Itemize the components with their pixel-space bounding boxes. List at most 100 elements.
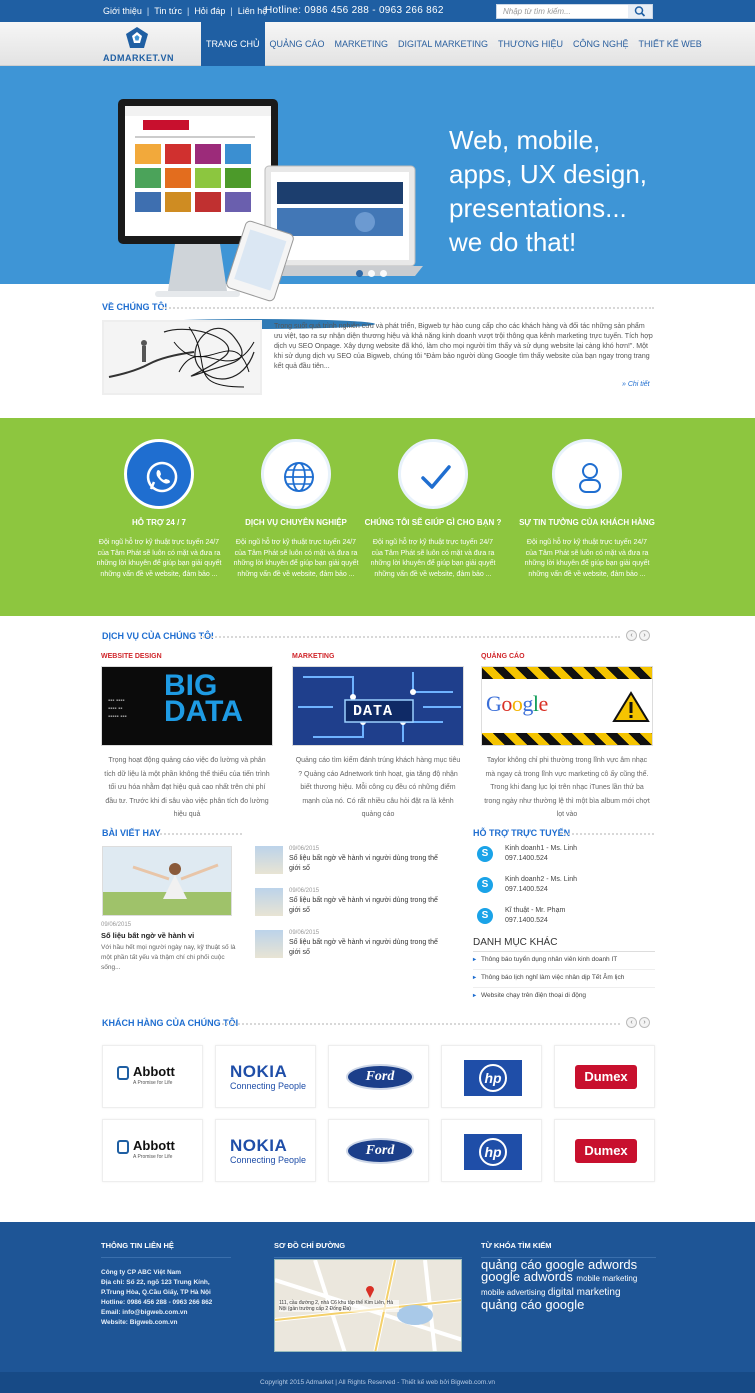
post-title[interactable]: Số liệu bất ngờ về hành vi người dùng tr… bbox=[289, 854, 449, 874]
site-logo[interactable]: ADMARKET.VN bbox=[103, 24, 195, 64]
logo-text: ADMARKET.VN bbox=[103, 53, 175, 63]
skype-icon[interactable]: S bbox=[477, 877, 493, 893]
about-more-link[interactable]: » Chi tiết bbox=[622, 381, 650, 388]
menu-item-branding[interactable]: THƯƠNG HIỆU bbox=[493, 22, 568, 66]
feature-text: Đội ngũ hỗ trợ kỹ thuật trực tuyến 24/7 … bbox=[370, 539, 496, 578]
service-image-text: DATA bbox=[353, 703, 394, 720]
post-list-item[interactable]: 09/06/2015 Số liệu bất ngờ về hành vi ng… bbox=[255, 888, 455, 920]
skype-icon[interactable]: S bbox=[477, 846, 493, 862]
company-website[interactable]: Website: Bigweb.com.vn bbox=[101, 1318, 226, 1328]
post-date: 09/06/2015 bbox=[289, 888, 320, 894]
category-link[interactable]: ▸ Thông báo tuyển dụng nhân viên kinh doa… bbox=[473, 956, 655, 970]
feature-circle[interactable] bbox=[398, 439, 468, 509]
service-category[interactable]: MARKETING bbox=[292, 653, 464, 660]
category-link[interactable]: ▸ Thông báo lịch nghỉ làm việc nhân dịp T… bbox=[473, 974, 655, 988]
feature-title: CHÚNG TÔI SẼ GIÚP GÌ CHO BẠN ? bbox=[364, 518, 502, 527]
service-card-web-design[interactable]: WEBSITE DESIGN BIG DATA ▪▪▪ ▪▪▪▪ ▪▪▪▪ ▪▪ ▪… bbox=[101, 653, 273, 822]
map-embed[interactable]: 111, cầu đường 2, nhà C6 khu tập thể Kim… bbox=[274, 1259, 462, 1352]
client-logo[interactable]: hp bbox=[441, 1119, 542, 1182]
post-date: 09/06/2015 bbox=[289, 846, 320, 852]
client-logo[interactable]: Dumex bbox=[554, 1119, 655, 1182]
chevron-left-icon[interactable]: ‹ bbox=[626, 630, 637, 641]
client-logo[interactable]: Abbott A Promise for Life bbox=[102, 1045, 203, 1108]
slider-dot[interactable] bbox=[380, 270, 387, 277]
hero-devices-image bbox=[118, 99, 423, 329]
skype-icon[interactable]: S bbox=[477, 908, 493, 924]
service-category[interactable]: QUẢNG CÁO bbox=[481, 653, 653, 660]
top-link-about[interactable]: Giới thiệu bbox=[103, 6, 142, 16]
client-logo[interactable]: Abbott A Promise for Life bbox=[102, 1119, 203, 1182]
feature-circle[interactable] bbox=[552, 439, 622, 509]
menu-item-home[interactable]: TRANG CHỦ bbox=[201, 22, 265, 66]
tag-link[interactable]: mobile advertising bbox=[481, 1288, 548, 1297]
chevron-right-icon[interactable]: › bbox=[639, 1017, 650, 1028]
post-title[interactable]: Số liệu bất ngờ về hành vi người dùng tr… bbox=[289, 938, 449, 958]
client-logo[interactable]: NOKIA Connecting People bbox=[215, 1119, 316, 1182]
copyright-text: Copyright 2015 Admarket | All Rights Res… bbox=[0, 1372, 755, 1393]
logo-mark-icon bbox=[126, 27, 148, 48]
service-category[interactable]: WEBSITE DESIGN bbox=[101, 653, 273, 660]
about-image bbox=[102, 320, 262, 395]
feature-circle[interactable] bbox=[261, 439, 331, 509]
category-link-text[interactable]: Thông báo lịch nghỉ làm việc nhân dịp Tế… bbox=[481, 974, 624, 981]
tag-link[interactable]: quảng bbox=[481, 1297, 521, 1312]
search-button[interactable] bbox=[628, 5, 652, 18]
client-logo[interactable]: NOKIA Connecting People bbox=[215, 1045, 316, 1108]
support-title: HỖ TRỢ TRỰC TUYẾN bbox=[473, 828, 571, 838]
service-card-ads[interactable]: QUẢNG CÁO Google Taylor không chỉ phi th… bbox=[481, 653, 653, 822]
feature-title: SỰ TIN TƯỞNG CỦA KHÁCH HÀNG bbox=[519, 518, 655, 527]
tag-link[interactable]: cáo google bbox=[521, 1297, 585, 1312]
support-phone: 097.1400.524 bbox=[505, 886, 548, 893]
category-link-text[interactable]: Thông báo tuyển dụng nhân viên kinh doan… bbox=[481, 956, 617, 963]
support-contact[interactable]: S Kinh doanh1 - Ms. Linh 097.1400.524 bbox=[477, 844, 657, 872]
client-logo[interactable]: Ford bbox=[328, 1119, 429, 1182]
featured-post-image[interactable] bbox=[102, 846, 232, 916]
hero-slider: Web, mobile, apps, UX design, presentati… bbox=[0, 66, 755, 329]
post-thumbnail bbox=[255, 888, 283, 916]
client-logo[interactable]: hp bbox=[441, 1045, 542, 1108]
chevron-left-icon[interactable]: ‹ bbox=[626, 1017, 637, 1028]
slider-dot[interactable] bbox=[356, 270, 363, 277]
menu-item-technology[interactable]: CÔNG NGHỆ bbox=[568, 22, 634, 66]
search-input[interactable]: Nhập từ tìm kiếm... bbox=[496, 4, 653, 19]
support-contact[interactable]: S Kĩ thuật - Mr. Phạm 097.1400.524 bbox=[477, 906, 657, 934]
category-link-text[interactable]: Website chạy trên điện thoại di động bbox=[481, 992, 586, 999]
client-logo[interactable]: Dumex bbox=[554, 1045, 655, 1108]
service-text: Trọng hoạt động quảng cáo việc đo lường … bbox=[104, 757, 270, 818]
post-title[interactable]: Số liệu bất ngờ về hành vi người dùng tr… bbox=[289, 896, 449, 916]
chevron-right-icon[interactable]: › bbox=[639, 630, 650, 641]
menu-item-ads[interactable]: QUẢNG CÁO bbox=[265, 22, 330, 66]
client-logo[interactable]: Ford bbox=[328, 1045, 429, 1108]
services-title: DỊCH VỤ CỦA CHÚNG TÔI bbox=[102, 631, 214, 641]
top-link-news[interactable]: Tin tức bbox=[154, 6, 182, 16]
company-email[interactable]: Email: info@bigweb.com.vn bbox=[101, 1308, 226, 1318]
footer-contact-info: Công ty CP ABC Việt Nam Địa chỉ: Số 22, … bbox=[101, 1268, 226, 1328]
slider-dot[interactable] bbox=[368, 270, 375, 277]
tag-link[interactable]: mobile marketing bbox=[576, 1274, 637, 1283]
service-text: Quảng cáo tìm kiếm đánh trúng khách hàng… bbox=[295, 757, 461, 818]
top-link-contact[interactable]: Liên hệ bbox=[238, 6, 268, 16]
client-logo-part: Abbott bbox=[133, 1064, 175, 1079]
feature-circle[interactable] bbox=[124, 439, 194, 509]
menu-item-marketing[interactable]: MARKETING bbox=[330, 22, 394, 66]
featured-post-title[interactable]: Số liệu bất ngờ về hành vi bbox=[101, 931, 194, 940]
category-link[interactable]: ▸ Website chạy trên điện thoại di động bbox=[473, 992, 655, 1006]
client-logo-part: A Promise for Life bbox=[133, 1154, 173, 1160]
services-carousel-arrows: ‹ › bbox=[626, 630, 650, 641]
divider bbox=[160, 833, 242, 835]
globe-icon bbox=[284, 462, 314, 492]
support-contact[interactable]: S Kinh doanh2 - Ms. Linh 097.1400.524 bbox=[477, 875, 657, 903]
menu-item-web-design[interactable]: THIẾT KẾ WEB bbox=[633, 22, 706, 66]
woman-photo-decor bbox=[103, 847, 231, 915]
warning-sign-icon bbox=[612, 691, 650, 722]
menu-item-digital-marketing[interactable]: DIGITAL MARKETING bbox=[393, 22, 493, 66]
footer-map-title: SƠ ĐỒ CHỈ ĐƯỜNG bbox=[274, 1241, 462, 1258]
hotline-text: Hotline: 0986 456 288 - 0963 266 862 bbox=[265, 5, 444, 16]
top-link-faq[interactable]: Hỏi đáp bbox=[194, 6, 225, 16]
post-list-item[interactable]: 09/06/2015 Số liệu bất ngờ về hành vi ng… bbox=[255, 930, 455, 962]
tag-link[interactable]: google adwords bbox=[481, 1269, 576, 1284]
support-phone: 097.1400.524 bbox=[505, 917, 548, 924]
post-date: 09/06/2015 bbox=[289, 930, 320, 936]
post-list-item[interactable]: 09/06/2015 Số liệu bất ngờ về hành vi ng… bbox=[255, 846, 455, 878]
service-card-marketing[interactable]: MARKETING DATA Quảng cáo tìm kiếm đánh t… bbox=[292, 653, 464, 822]
